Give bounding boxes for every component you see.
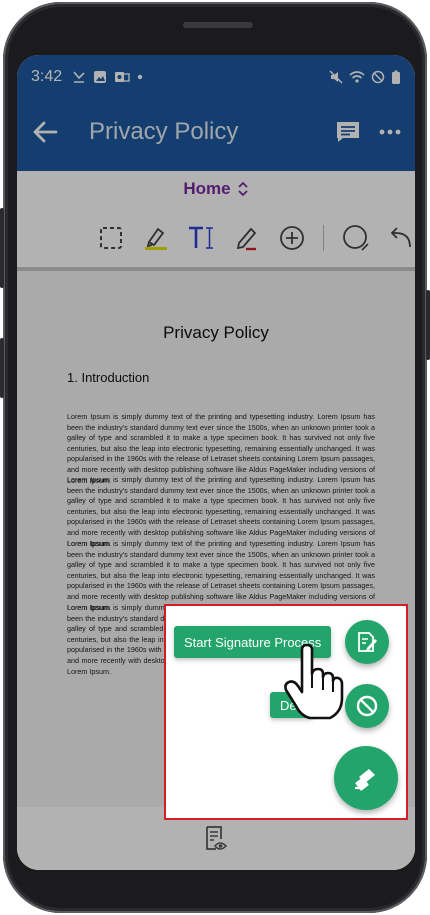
document-view-icon (206, 825, 228, 850)
chevron-up-down-icon (237, 181, 248, 197)
undo-button[interactable] (388, 224, 415, 252)
arrow-left-icon (33, 121, 58, 143)
page-title: Privacy Policy (89, 118, 239, 145)
outlook-icon (115, 72, 130, 82)
tools-divider (323, 225, 324, 251)
wifi-icon (349, 71, 365, 83)
shape-tool[interactable] (342, 224, 370, 252)
signature-menu-icon (355, 769, 375, 791)
select-tool[interactable] (97, 224, 124, 252)
signature-menu-fab[interactable] (334, 746, 398, 810)
side-button-lower (0, 338, 4, 398)
block-icon (356, 695, 378, 717)
undo-icon (391, 227, 412, 248)
section-heading: 1. Introduction (67, 370, 150, 385)
comments-button[interactable] (335, 120, 361, 144)
highlighter-tool[interactable] (142, 224, 169, 252)
comment-icon (337, 122, 359, 142)
text-tool[interactable] (187, 224, 215, 252)
mode-selector[interactable]: Home (17, 171, 415, 207)
back-button[interactable] (17, 107, 73, 157)
sign-document-icon (358, 632, 377, 652)
missed-call-icon (73, 71, 85, 83)
more-options-button[interactable] (379, 129, 401, 135)
decline-fab[interactable] (345, 684, 389, 728)
image-icon (94, 71, 107, 83)
mute-icon (329, 70, 343, 84)
text-tool-icon (189, 226, 213, 249)
view-document-button[interactable] (204, 825, 228, 853)
circle-shape-icon (343, 225, 369, 251)
dashed-select-icon (99, 227, 122, 249)
annotation-tools (17, 215, 415, 261)
document-title: Privacy Policy (163, 323, 269, 342)
volume-button (0, 208, 4, 288)
dnd-icon (371, 70, 385, 84)
status-time: 3:42 (31, 68, 63, 85)
phone-speaker (183, 22, 253, 28)
add-tool[interactable] (278, 224, 305, 252)
app-bar: 3:42 Privacy Policy (17, 55, 415, 171)
status-bar: 3:42 (17, 55, 415, 99)
battery-icon (392, 70, 400, 84)
mode-label: Home (183, 179, 231, 198)
power-button (426, 290, 430, 360)
pen-tool[interactable] (233, 224, 260, 252)
toolbar: Privacy Policy (17, 107, 415, 157)
add-circle-icon (279, 226, 304, 250)
pen-icon (236, 227, 256, 251)
sign-fab[interactable] (345, 620, 389, 664)
dot-icon (137, 74, 143, 80)
highlighter-icon (144, 227, 167, 250)
more-horizontal-icon (379, 129, 401, 135)
hand-pointer-icon (284, 644, 344, 720)
